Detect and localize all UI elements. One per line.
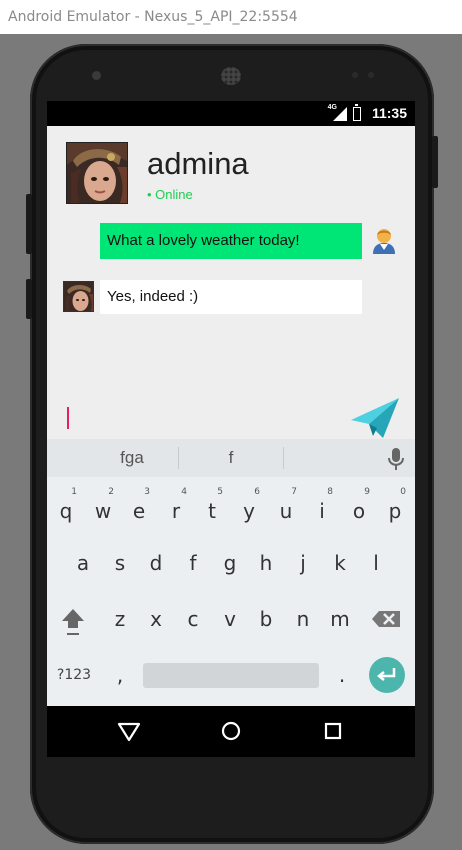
backspace-icon: [372, 611, 400, 627]
key-p[interactable]: p0: [378, 487, 412, 531]
contact-name: admina: [147, 146, 249, 181]
key-char: p: [388, 499, 402, 523]
key-char: u: [279, 499, 293, 523]
enter-icon: [376, 668, 396, 681]
avatar-image-icon: [64, 282, 93, 311]
suggestion-1[interactable]: fga: [77, 439, 187, 477]
key-char: e: [132, 499, 146, 523]
user-icon: [371, 227, 397, 255]
suggestion-2[interactable]: f: [179, 439, 283, 477]
microphone-icon[interactable]: [387, 447, 405, 471]
volume-button[interactable]: [26, 194, 32, 254]
message-incoming: Yes, indeed :): [100, 280, 362, 314]
key-z[interactable]: z: [103, 599, 137, 639]
shift-key[interactable]: [56, 599, 90, 639]
key-o[interactable]: o9: [342, 487, 376, 531]
key-r[interactable]: r4: [159, 487, 193, 531]
battery-icon: [353, 104, 361, 121]
key-hint: 8: [327, 487, 333, 497]
key-hint: 9: [364, 487, 370, 497]
send-button[interactable]: [349, 394, 401, 442]
key-hint: 7: [291, 487, 297, 497]
key-w[interactable]: w2: [86, 487, 120, 531]
home-icon: [221, 721, 241, 741]
comma-key[interactable]: ,: [103, 655, 137, 695]
earpiece-speaker: [221, 67, 241, 85]
key-a[interactable]: a: [66, 543, 100, 583]
key-k[interactable]: k: [323, 543, 357, 583]
key-y[interactable]: y6: [232, 487, 266, 531]
emulator-title: Android Emulator - Nexus_5_API_22:5554: [0, 0, 462, 34]
nav-back-button[interactable]: [99, 706, 159, 757]
key-g[interactable]: g: [213, 543, 247, 583]
key-f[interactable]: f: [176, 543, 210, 583]
key-n[interactable]: n: [286, 599, 320, 639]
key-char: y: [243, 499, 255, 523]
soft-keyboard: fga f q1 w2 e3 r4 t5 y6 u7 i8 o9 p0 a s …: [47, 439, 415, 706]
nav-recents-button[interactable]: [303, 706, 363, 757]
contact-avatar[interactable]: [66, 142, 128, 204]
key-char: r: [171, 499, 181, 523]
status-time: 11:35: [371, 105, 407, 121]
key-q[interactable]: q1: [49, 487, 83, 531]
key-char: w: [94, 499, 112, 523]
sensor-right: [368, 72, 374, 78]
backspace-key[interactable]: [370, 599, 406, 639]
key-hint: 4: [181, 487, 187, 497]
avatar-image-icon: [67, 143, 127, 203]
key-c[interactable]: c: [176, 599, 210, 639]
contact-online-status: • Online: [147, 187, 193, 202]
message-outgoing: What a lovely weather today!: [100, 223, 362, 259]
power-button[interactable]: [432, 136, 438, 188]
key-t[interactable]: t5: [195, 487, 229, 531]
key-hint: 2: [108, 487, 114, 497]
sensor-left: [352, 72, 358, 78]
front-camera: [92, 71, 101, 80]
shift-icon: [62, 609, 84, 635]
navigation-bar: [47, 706, 415, 757]
key-char: o: [352, 499, 366, 523]
key-j[interactable]: j: [286, 543, 320, 583]
key-l[interactable]: l: [359, 543, 393, 583]
key-i[interactable]: i8: [305, 487, 339, 531]
key-char: t: [208, 499, 216, 523]
key-hint: 0: [400, 487, 406, 497]
message-sender-avatar[interactable]: [63, 281, 94, 312]
recents-icon: [324, 722, 342, 740]
key-x[interactable]: x: [139, 599, 173, 639]
suggestion-divider: [283, 447, 284, 469]
key-char: i: [319, 499, 325, 523]
key-char: q: [59, 499, 73, 523]
enter-key[interactable]: [369, 657, 405, 693]
key-s[interactable]: s: [103, 543, 137, 583]
status-bar: 4G 11:35: [47, 101, 415, 126]
text-cursor: [67, 407, 69, 429]
key-hint: 6: [254, 487, 260, 497]
key-b[interactable]: b: [249, 599, 283, 639]
space-key[interactable]: [143, 663, 319, 688]
paper-plane-icon: [351, 398, 399, 438]
suggestion-bar: fga f: [47, 439, 415, 477]
nav-home-button[interactable]: [201, 706, 261, 757]
symbols-key[interactable]: ?123: [53, 655, 95, 695]
chat-area: admina • Online What a lovely weather to…: [47, 126, 415, 447]
phone-screen: 4G 11:35 admina • Online What a lovely w…: [47, 101, 415, 757]
signal-icon: [333, 107, 347, 121]
side-button: [26, 279, 32, 319]
period-key[interactable]: .: [325, 655, 359, 695]
key-d[interactable]: d: [139, 543, 173, 583]
key-e[interactable]: e3: [122, 487, 156, 531]
key-hint: 1: [71, 487, 77, 497]
key-m[interactable]: m: [323, 599, 357, 639]
key-hint: 5: [217, 487, 223, 497]
key-u[interactable]: u7: [269, 487, 303, 531]
key-v[interactable]: v: [213, 599, 247, 639]
key-hint: 3: [144, 487, 150, 497]
back-icon: [117, 722, 141, 742]
key-h[interactable]: h: [249, 543, 283, 583]
